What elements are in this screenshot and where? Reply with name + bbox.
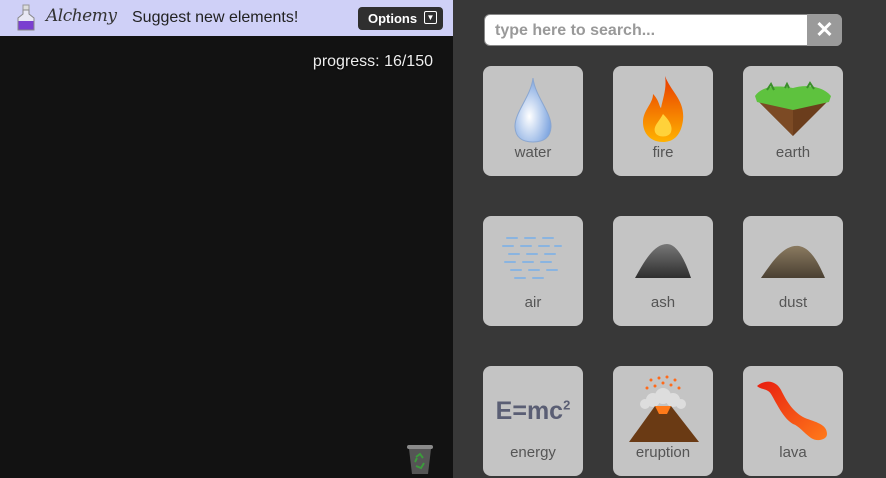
potion-bottle-icon: [17, 4, 35, 31]
element-tile-lava[interactable]: lava: [743, 366, 843, 476]
element-label: earth: [775, 144, 811, 161]
element-label: energy: [510, 444, 556, 461]
top-bar: Alchemy Suggest new elements! Options ▼: [0, 0, 453, 36]
workspace-canvas[interactable]: progress: 16/150: [0, 36, 453, 478]
water-drop-icon: [514, 77, 552, 143]
progress-counter: progress: 16/150: [312, 53, 433, 70]
element-tile-earth[interactable]: earth: [743, 66, 843, 176]
element-tile-dust[interactable]: dust: [743, 216, 843, 326]
element-label: fire: [652, 144, 674, 161]
air-lines-icon: [502, 237, 562, 279]
dust-pile-icon: [761, 245, 825, 278]
options-label: Options: [368, 11, 418, 26]
element-label: water: [514, 144, 552, 161]
flame-icon: [643, 76, 684, 142]
volcano-eruption-icon: [629, 375, 699, 442]
app-logo-text: Alchemy: [46, 6, 117, 26]
suggest-elements-link[interactable]: Suggest new elements!: [132, 9, 298, 27]
element-label: lava: [779, 444, 807, 461]
chevron-down-icon: ▼: [424, 11, 437, 24]
element-label: dust: [778, 294, 808, 311]
lava-flow-icon: [757, 381, 827, 441]
element-tile-energy[interactable]: E=mc2 energy: [483, 366, 583, 476]
trash-can-icon[interactable]: [406, 443, 434, 475]
energy-formula-icon: E=mc2: [495, 397, 571, 425]
ash-pile-icon: [635, 244, 691, 278]
element-tile-ash[interactable]: ash: [613, 216, 713, 326]
element-label: ash: [650, 294, 676, 311]
elements-panel: ✕ water fire earth: [453, 0, 886, 478]
earth-chunk-icon: [755, 81, 831, 136]
element-label: eruption: [635, 444, 691, 461]
element-tile-fire[interactable]: fire: [613, 66, 713, 176]
search-box: ✕: [484, 14, 842, 46]
options-button[interactable]: Options ▼: [358, 7, 443, 30]
element-label: air: [524, 294, 542, 311]
element-tile-air[interactable]: air: [483, 216, 583, 326]
element-tile-eruption[interactable]: eruption: [613, 366, 713, 476]
search-input[interactable]: [493, 18, 807, 44]
clear-search-button[interactable]: ✕: [807, 14, 842, 46]
element-tile-water[interactable]: water: [483, 66, 583, 176]
